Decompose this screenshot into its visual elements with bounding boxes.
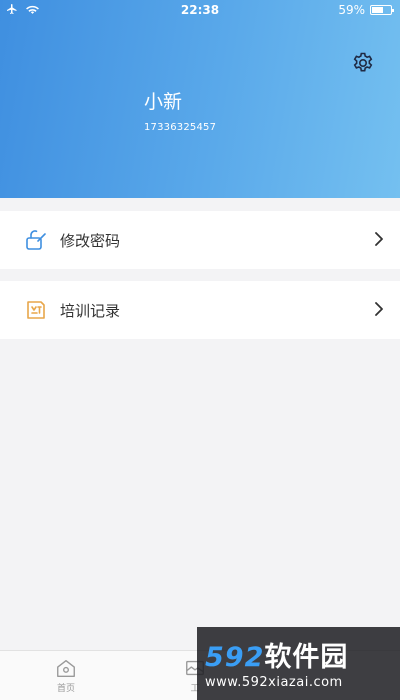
chevron-right-icon <box>375 232 383 246</box>
edit-password-icon <box>26 230 46 250</box>
chevron-right-icon <box>375 302 383 316</box>
menu-item-training-record[interactable]: 培训记录 <box>0 281 400 339</box>
watermark-brand: 592软件园 <box>205 635 348 674</box>
tab-home[interactable]: 首页 <box>41 657 91 694</box>
menu-item-label: 培训记录 <box>60 302 121 320</box>
battery-icon <box>370 5 394 15</box>
tab-label: 首页 <box>56 684 75 694</box>
home-icon <box>57 659 75 677</box>
watermark-brand-number: 592 <box>205 642 265 673</box>
gear-icon <box>353 52 373 72</box>
status-bar: 22:38 59% <box>0 0 400 22</box>
battery-fill <box>372 7 383 13</box>
menu-item-change-password[interactable]: 修改密码 <box>0 211 400 269</box>
settings-button[interactable] <box>350 50 376 76</box>
battery-percent: 59% <box>338 3 365 17</box>
training-record-icon <box>27 301 45 319</box>
watermark: 592软件园 www.592xiazai.com <box>197 627 400 700</box>
menu-item-label: 修改密码 <box>60 232 121 250</box>
watermark-url: www.592xiazai.com <box>205 675 343 690</box>
user-name: 小新 <box>144 91 183 113</box>
profile-header: 22:38 59% 小新 17336325457 <box>0 0 400 198</box>
user-phone: 17336325457 <box>144 122 217 133</box>
watermark-brand-text: 软件园 <box>264 642 349 673</box>
